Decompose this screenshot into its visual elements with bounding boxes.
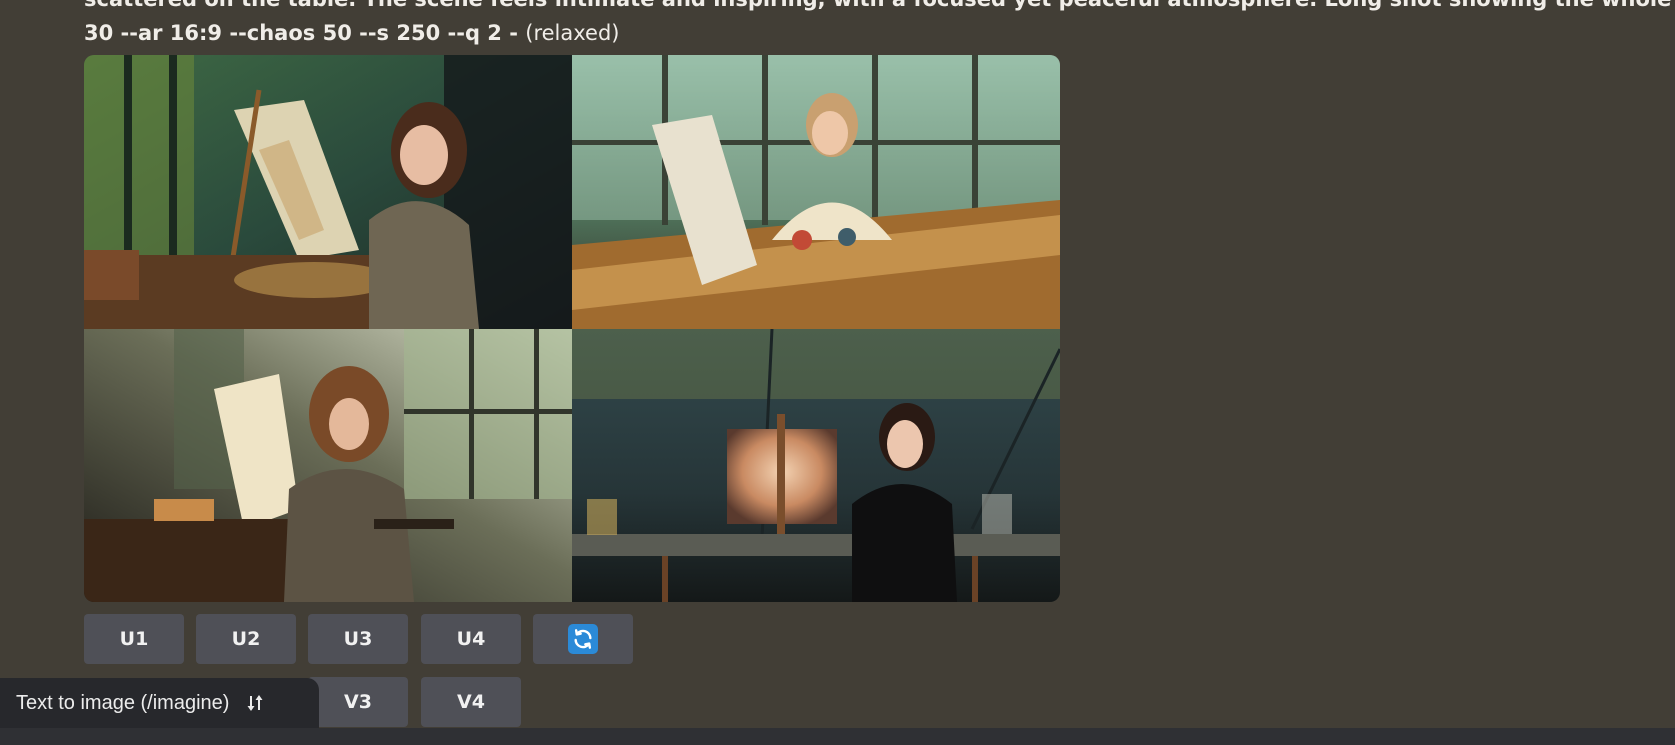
upscale-button-4-label: U4	[456, 628, 486, 650]
grid-image-2[interactable]	[572, 55, 1060, 329]
swap-icon	[247, 694, 263, 712]
prompt-parameters: 30 --ar 16:9 --chaos 50 --s 250 --q 2 -	[84, 21, 518, 45]
refresh-icon	[568, 624, 598, 654]
upscale-button-3[interactable]: U3	[308, 614, 408, 664]
upscale-button-2-label: U2	[231, 628, 261, 650]
grid-image-4[interactable]	[572, 329, 1060, 602]
upscale-button-1-label: U1	[119, 628, 149, 650]
grid-image-1[interactable]	[84, 55, 572, 329]
mode-label: Text to image (/imagine)	[16, 691, 230, 714]
upscale-button-4[interactable]: U4	[421, 614, 521, 664]
upscale-button-2[interactable]: U2	[196, 614, 296, 664]
variation-button-4[interactable]: V4	[421, 677, 521, 727]
grid-image-3[interactable]	[84, 329, 572, 602]
prompt-line-2: 30 --ar 16:9 --chaos 50 --s 250 --q 2 - …	[84, 16, 1675, 50]
mode-selector[interactable]: Text to image (/imagine)	[0, 678, 319, 728]
prompt-text: scattered on the table. The scene feels …	[84, 0, 1675, 50]
upscale-button-3-label: U3	[343, 628, 373, 650]
variation-button-3-label: V3	[344, 691, 372, 713]
upscale-button-1[interactable]: U1	[84, 614, 184, 664]
image-grid[interactable]	[84, 55, 1060, 602]
prompt-line-1: scattered on the table. The scene feels …	[84, 0, 1675, 16]
reroll-button[interactable]	[533, 614, 633, 664]
variation-button-3[interactable]: V3	[308, 677, 408, 727]
bottom-input-bar[interactable]	[0, 728, 1675, 745]
prompt-status: (relaxed)	[525, 21, 620, 45]
variation-button-4-label: V4	[457, 691, 485, 713]
